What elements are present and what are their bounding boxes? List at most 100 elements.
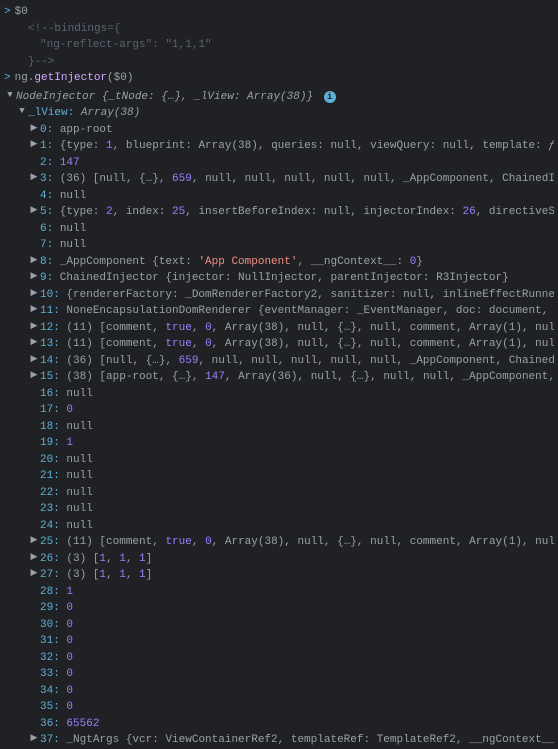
array-index: 37: (40, 734, 60, 746)
array-index: 3: (40, 173, 53, 185)
expand-toggle[interactable] (28, 320, 40, 334)
tree-array-item[interactable]: 8: _AppComponent {text: 'App Component',… (0, 254, 558, 271)
array-index: 33: (40, 668, 60, 680)
tree-array-item[interactable]: 2: 147 (0, 155, 558, 172)
tree-array-item[interactable]: 10: {rendererFactory: _DomRendererFactor… (0, 287, 558, 304)
tree-array-item[interactable]: 28: 1 (0, 584, 558, 601)
expand-toggle[interactable] (16, 105, 28, 119)
array-index: 20: (40, 454, 60, 466)
array-index: 4: (40, 190, 53, 202)
console-entry[interactable]: > $0 (0, 4, 558, 21)
prompt-icon: > (4, 70, 11, 87)
expand-toggle[interactable] (28, 336, 40, 350)
console-entry: }--> (0, 54, 558, 71)
tree-array-item[interactable]: 24: null (0, 518, 558, 535)
tree-array-item[interactable]: 18: null (0, 419, 558, 436)
expand-toggle[interactable] (28, 204, 40, 218)
array-index: 31: (40, 635, 60, 647)
property-key: _lView: (28, 107, 74, 119)
expand-toggle[interactable] (28, 138, 40, 152)
tree-array-item[interactable]: 5: {type: 2, index: 25, insertBeforeInde… (0, 204, 558, 221)
tree-array-item[interactable]: 25: (11) [comment, true, 0, Array(38), n… (0, 534, 558, 551)
expand-toggle[interactable] (4, 89, 16, 103)
tree-node-lview[interactable]: _lView: Array(38) (0, 105, 558, 122)
console-comment: }--> (28, 54, 554, 71)
console-text: $0 (15, 4, 554, 21)
tree-array-item[interactable]: 34: 0 (0, 683, 558, 700)
tree-root[interactable]: NodeInjector {_tNode: {…}, _lView: Array… (0, 89, 558, 106)
array-index: 28: (40, 586, 60, 598)
array-index: 8: (40, 256, 53, 268)
expand-toggle[interactable] (28, 254, 40, 268)
tree-array-item[interactable]: 21: null (0, 468, 558, 485)
array-index: 22: (40, 487, 60, 499)
tree-array-item[interactable]: 30: 0 (0, 617, 558, 634)
array-index: 0: (40, 124, 53, 136)
array-index: 21: (40, 470, 60, 482)
array-index: 5: (40, 206, 53, 218)
array-index: 32: (40, 652, 60, 664)
expand-toggle[interactable] (28, 287, 40, 301)
expand-toggle[interactable] (28, 122, 40, 136)
array-index: 26: (40, 553, 60, 565)
expand-toggle[interactable] (28, 551, 40, 565)
array-index: 27: (40, 569, 60, 581)
tree-array-item[interactable]: 33: 0 (0, 666, 558, 683)
tree-array-item[interactable]: 37: _NgtArgs {vcr: ViewContainerRef2, te… (0, 732, 558, 749)
expand-toggle[interactable] (28, 732, 40, 746)
expand-toggle[interactable] (28, 270, 40, 284)
array-index: 7: (40, 239, 53, 251)
expand-toggle[interactable] (28, 369, 40, 383)
expand-toggle[interactable] (28, 567, 40, 581)
tree-array-item[interactable]: 11: NoneEncapsulationDomRenderer {eventM… (0, 303, 558, 320)
tree-array-item[interactable]: 35: 0 (0, 699, 558, 716)
expand-toggle[interactable] (28, 534, 40, 548)
tree-array-item[interactable]: 15: (38) [app-root, {…}, 147, Array(36),… (0, 369, 558, 386)
result-tree: NodeInjector {_tNode: {…}, _lView: Array… (0, 89, 558, 749)
tree-array-item[interactable]: 26: (3) [1, 1, 1] (0, 551, 558, 568)
array-index: 19: (40, 437, 60, 449)
tree-array-item[interactable]: 4: null (0, 188, 558, 205)
array-index: 15: (40, 371, 60, 383)
tree-array-item[interactable]: 7: null (0, 237, 558, 254)
array-index: 14: (40, 355, 60, 367)
console-log-area: > $0 <!--bindings={ "ng-reflect-args": "… (0, 4, 558, 87)
tree-array-item[interactable]: 1: {type: 1, blueprint: Array(38), queri… (0, 138, 558, 155)
array-index: 30: (40, 619, 60, 631)
tree-array-item[interactable]: 17: 0 (0, 402, 558, 419)
tree-array-item[interactable]: 19: 1 (0, 435, 558, 452)
array-index: 16: (40, 388, 60, 400)
array-index: 34: (40, 685, 60, 697)
array-index: 2: (40, 157, 53, 169)
tree-array-item[interactable]: 0: app-root (0, 122, 558, 139)
tree-array-item[interactable]: 22: null (0, 485, 558, 502)
tree-array-item[interactable]: 31: 0 (0, 633, 558, 650)
array-index: 10: (40, 289, 60, 301)
expand-toggle[interactable] (28, 353, 40, 367)
info-icon[interactable]: i (324, 91, 336, 103)
tree-array-item[interactable]: 16: null (0, 386, 558, 403)
console-expression: ng.getInjector($0) (15, 70, 554, 87)
tree-array-item[interactable]: 9: ChainedInjector {injector: NullInject… (0, 270, 558, 287)
tree-array-item[interactable]: 13: (11) [comment, true, 0, Array(38), n… (0, 336, 558, 353)
console-entry[interactable]: > ng.getInjector($0) (0, 70, 558, 87)
tree-array-item[interactable]: 14: (36) [null, {…}, 659, null, null, nu… (0, 353, 558, 370)
tree-array-item[interactable]: 23: null (0, 501, 558, 518)
console-comment: <!--bindings={ (28, 21, 554, 38)
tree-array-item[interactable]: 12: (11) [comment, true, 0, Array(38), n… (0, 320, 558, 337)
expand-toggle[interactable] (28, 303, 40, 317)
array-index: 23: (40, 503, 60, 515)
console-entry: <!--bindings={ (0, 21, 558, 38)
tree-array-item[interactable]: 3: (36) [null, {…}, 659, null, null, nul… (0, 171, 558, 188)
expand-toggle[interactable] (28, 171, 40, 185)
array-index: 24: (40, 520, 60, 532)
array-index: 29: (40, 602, 60, 614)
array-index: 11: (40, 305, 60, 317)
tree-array-item[interactable]: 6: null (0, 221, 558, 238)
array-index: 6: (40, 223, 53, 235)
tree-array-item[interactable]: 20: null (0, 452, 558, 469)
tree-array-item[interactable]: 36: 65562 (0, 716, 558, 733)
tree-array-item[interactable]: 32: 0 (0, 650, 558, 667)
tree-array-item[interactable]: 27: (3) [1, 1, 1] (0, 567, 558, 584)
tree-array-item[interactable]: 29: 0 (0, 600, 558, 617)
